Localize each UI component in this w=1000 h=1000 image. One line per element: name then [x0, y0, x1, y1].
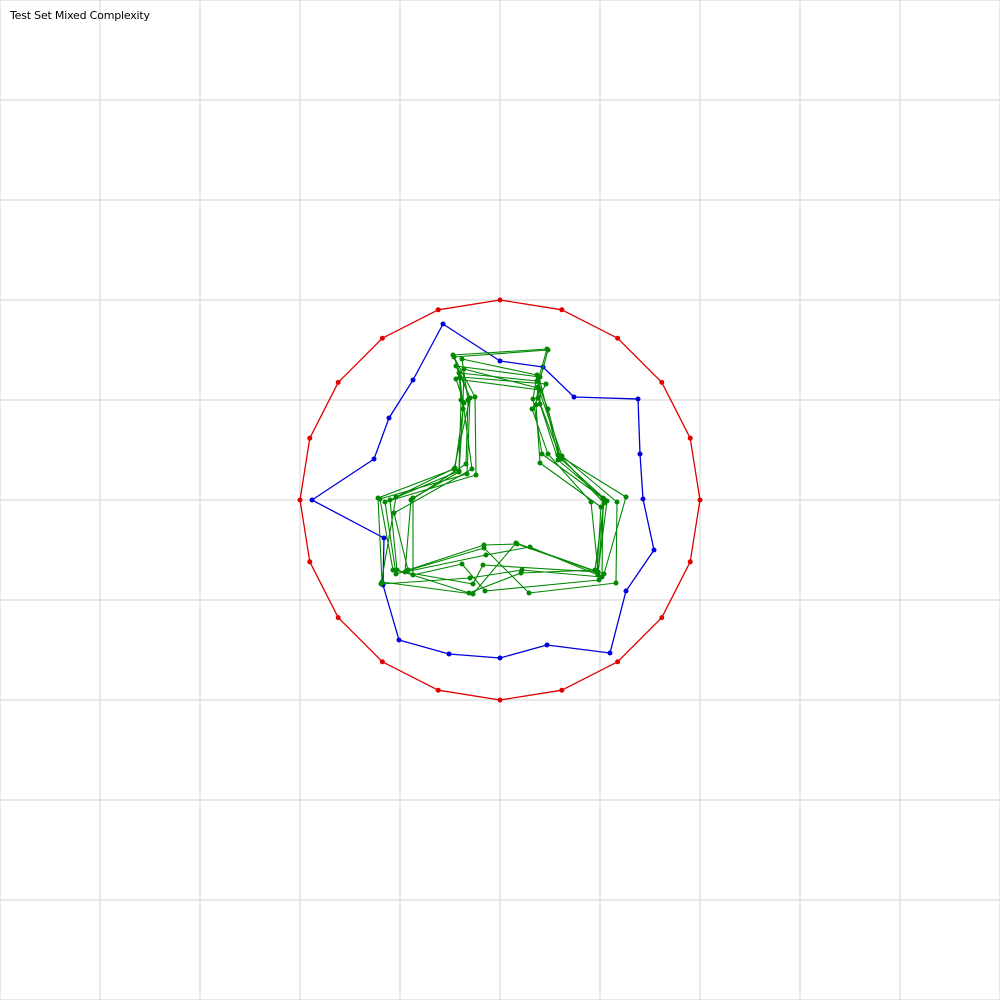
green-vertex-point: [545, 451, 551, 457]
blue-vertex-point: [440, 321, 446, 327]
red-vertex-point: [559, 687, 565, 693]
green-vertex-point: [466, 590, 472, 596]
red-vertex-point: [335, 379, 341, 385]
green-vertex-point: [460, 406, 466, 412]
green-vertex-point: [481, 542, 487, 548]
green-vertex-point: [461, 366, 467, 372]
green-vertex-point: [394, 567, 400, 573]
green-vertex-point: [465, 397, 471, 403]
green-vertex-point: [405, 567, 411, 573]
green-vertex-point: [459, 356, 465, 362]
red-vertex-point: [497, 697, 503, 703]
diagram-canvas: [0, 0, 1000, 1000]
blue-vertex-point: [640, 496, 646, 502]
green-vertex-point: [539, 451, 545, 457]
green-vertex-point: [534, 372, 540, 378]
green-vertex-point: [457, 374, 463, 380]
blue-vertex-point: [623, 588, 629, 594]
green-vertex-point: [410, 495, 416, 501]
green-vertex-point: [598, 504, 604, 510]
red-vertex-point: [307, 559, 313, 565]
green-vertex-point: [482, 588, 488, 594]
green-vertex-point: [545, 406, 551, 412]
blue-vertex-point: [635, 396, 641, 402]
green-vertex-point: [596, 577, 602, 583]
red-vertex-point: [379, 335, 385, 341]
green-vertex-point: [456, 469, 462, 475]
red-vertex-point: [615, 335, 621, 341]
blue-vertex-point: [571, 394, 577, 400]
red-vertex-point: [379, 659, 385, 665]
red-vertex-point: [615, 659, 621, 665]
green-vertex-point: [518, 570, 524, 576]
green-polygon-edge: [389, 372, 605, 594]
green-polygon-edge: [380, 378, 604, 585]
blue-vertex-point: [497, 358, 503, 364]
green-vertex-point: [623, 494, 629, 500]
green-vertex-point: [463, 461, 469, 467]
green-vertex-point: [410, 572, 416, 578]
green-vertex-point: [530, 396, 536, 402]
green-vertex-point: [377, 496, 383, 502]
green-vertex-point: [545, 347, 551, 353]
blue-vertex-point: [396, 637, 402, 643]
red-vertex-point: [497, 297, 503, 303]
green-vertex-point: [535, 385, 541, 391]
green-vertex-point: [472, 394, 478, 400]
blue-vertex-point: [381, 535, 387, 541]
blue-vertex-point: [497, 655, 503, 661]
green-vertex-point: [387, 497, 393, 503]
red-vertex-point: [307, 435, 313, 441]
green-vertex-point: [601, 496, 607, 502]
blue-vertex-point: [637, 451, 643, 457]
green-vertex-point: [613, 580, 619, 586]
blue-vertex-point: [410, 377, 416, 383]
red-vertex-point: [687, 435, 693, 441]
green-polygon-edge: [377, 348, 627, 595]
green-vertex-point: [473, 472, 479, 478]
green-polygon-9: [410, 374, 602, 594]
green-vertex-point: [480, 562, 486, 568]
red-vertex-point: [559, 307, 565, 313]
blue-vertex-point: [371, 456, 377, 462]
red-vertex-point: [697, 497, 703, 503]
grid: [0, 0, 1000, 1000]
diagram-title: Test Set Mixed Complexity: [10, 9, 150, 22]
green-vertex-point: [382, 499, 388, 505]
red-vertex-point: [687, 559, 693, 565]
green-vertex-point: [391, 510, 397, 516]
green-polygon-edge: [384, 349, 618, 594]
green-vertex-point: [588, 499, 594, 505]
green-polygon-edge: [404, 358, 605, 576]
green-vertex-point: [470, 581, 476, 587]
red-vertex-point: [297, 497, 303, 503]
green-vertex-point: [459, 561, 465, 567]
red-vertex-point: [659, 379, 665, 385]
green-vertex-point: [537, 460, 543, 466]
red-vertex-point: [435, 307, 441, 313]
green-vertex-point: [483, 552, 489, 558]
blue-vertex-point: [544, 642, 550, 648]
blue-vertex-point: [309, 497, 315, 503]
green-vertex-point: [529, 406, 535, 412]
red-vertex-point: [435, 687, 441, 693]
green-vertex-point: [378, 581, 384, 587]
green-vertex-point: [543, 381, 549, 387]
red-vertex-point: [659, 615, 665, 621]
green-vertex-point: [614, 499, 620, 505]
blue-vertex-point: [446, 651, 452, 657]
green-vertex-point: [514, 541, 520, 547]
blue-vertex-point: [651, 547, 657, 553]
green-vertex-point: [557, 453, 563, 459]
green-vertex-point: [451, 354, 457, 360]
green-vertex-point: [469, 466, 475, 472]
blue-vertex-point: [607, 650, 613, 656]
red-vertex-point: [335, 615, 341, 621]
blue-vertex-point: [386, 415, 392, 421]
green-vertex-point: [526, 590, 532, 596]
